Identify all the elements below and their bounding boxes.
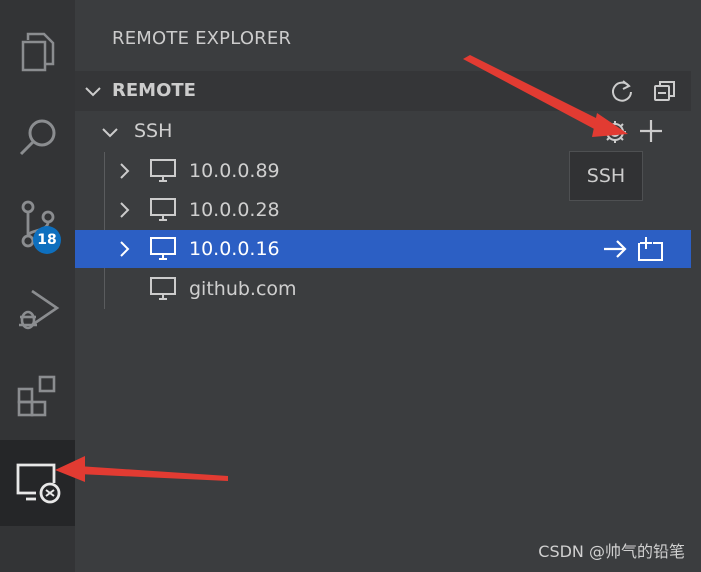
annotation-arrows <box>55 55 628 482</box>
annotation-arrow-to-remote-icon <box>55 456 228 482</box>
annotation-arrow-to-gear <box>463 55 628 137</box>
watermark: CSDN @帅气的铅笔 <box>538 542 685 561</box>
